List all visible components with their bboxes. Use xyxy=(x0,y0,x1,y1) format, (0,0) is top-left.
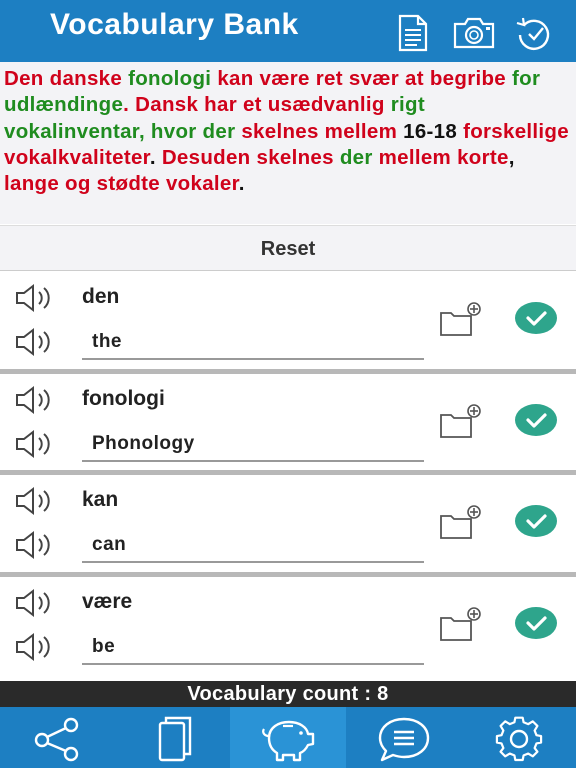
folder-add-icon[interactable] xyxy=(438,605,484,643)
speaker-icon[interactable] xyxy=(14,327,58,357)
vocab-item: den the xyxy=(0,272,576,374)
reading-passage: Den danske fonologi kan være ret svær at… xyxy=(0,62,576,224)
passage-segment[interactable]: Dansk har et usædvanlig xyxy=(135,93,385,116)
tab-cards[interactable] xyxy=(115,707,230,768)
folder-add-icon[interactable] xyxy=(438,402,484,440)
translation-field[interactable]: Phonology xyxy=(82,426,424,462)
speaker-icon[interactable] xyxy=(14,588,58,618)
speaker-icon[interactable] xyxy=(14,632,58,662)
check-icon[interactable] xyxy=(515,606,557,639)
passage-segment[interactable]: 16-18 xyxy=(403,120,457,143)
speaker-icon[interactable] xyxy=(14,283,58,313)
passage-segment[interactable]: . xyxy=(123,93,129,116)
piggy-bank-icon xyxy=(262,720,315,762)
passage-segment[interactable]: skelnes mellem xyxy=(241,120,397,143)
tab-chat[interactable] xyxy=(346,707,461,768)
vocab-item: være be xyxy=(0,576,576,683)
app-title: Vocabulary Bank xyxy=(50,8,299,41)
translation-field[interactable]: the xyxy=(82,324,424,360)
speaker-icon[interactable] xyxy=(14,486,58,516)
app-header: Vocabulary Bank xyxy=(0,0,576,62)
vocab-word: den xyxy=(82,285,120,308)
passage-segment[interactable]: Den danske xyxy=(4,67,122,90)
vocab-word: kan xyxy=(82,488,119,511)
document-icon[interactable] xyxy=(392,13,432,53)
vocab-word: fonologi xyxy=(82,386,165,410)
passage-segment[interactable]: , xyxy=(509,146,515,169)
settings-icon xyxy=(495,716,543,762)
passage-segment[interactable]: . xyxy=(239,172,245,195)
speaker-icon[interactable] xyxy=(14,429,58,459)
passage-segment[interactable]: lange og stødte vokaler xyxy=(4,172,239,195)
check-icon[interactable] xyxy=(515,403,557,436)
passage-segment[interactable]: Desuden skelnes xyxy=(162,146,334,169)
vocabulary-count-bar: Vocabulary count : 8 xyxy=(0,681,576,707)
reset-button[interactable]: Reset xyxy=(0,225,576,271)
tab-share[interactable] xyxy=(0,707,115,768)
passage-segment[interactable]: kan være ret svær at begribe xyxy=(217,67,506,90)
history-icon[interactable] xyxy=(512,13,556,53)
passage-segment[interactable]: . xyxy=(150,146,156,169)
tab-vocabulary-bank[interactable] xyxy=(230,707,346,768)
vocabulary-list: den the fonologi Phonology kan can være … xyxy=(0,272,576,683)
tab-settings[interactable] xyxy=(461,707,576,768)
camera-icon[interactable] xyxy=(451,13,497,53)
share-icon xyxy=(34,717,79,762)
check-icon[interactable] xyxy=(515,302,557,334)
bottom-tab-bar xyxy=(0,707,576,768)
passage-segment[interactable]: fonologi xyxy=(128,67,211,90)
check-icon[interactable] xyxy=(515,505,557,537)
chat-icon xyxy=(378,717,430,762)
speaker-icon[interactable] xyxy=(14,530,58,560)
folder-add-icon[interactable] xyxy=(438,300,484,338)
translation-field[interactable]: be xyxy=(82,629,424,665)
vocab-item: fonologi Phonology xyxy=(0,373,576,475)
passage-segment[interactable]: der xyxy=(340,146,373,169)
folder-add-icon[interactable] xyxy=(438,503,484,541)
reset-label: Reset xyxy=(260,238,316,260)
translation-field[interactable]: can xyxy=(82,527,424,563)
vocab-item: kan can xyxy=(0,475,576,577)
vocab-word: være xyxy=(82,589,133,613)
cards-icon xyxy=(158,716,192,762)
speaker-icon[interactable] xyxy=(14,385,58,415)
vocabulary-count: Vocabulary count : 8 xyxy=(187,683,389,705)
passage-segment[interactable]: mellem korte xyxy=(379,146,509,169)
